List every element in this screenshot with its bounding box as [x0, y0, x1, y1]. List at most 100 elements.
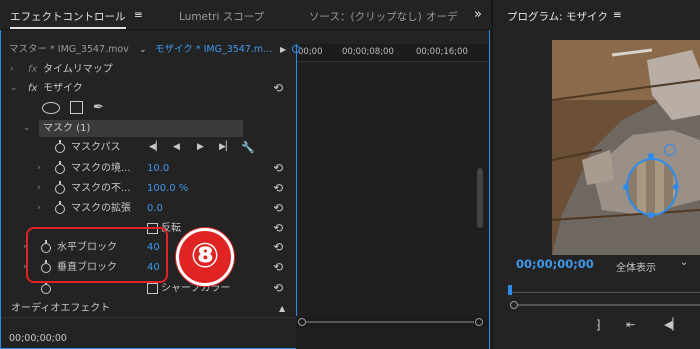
ruler-label: 00;00	[298, 47, 323, 57]
reset-icon[interactable]: ⟲	[273, 159, 283, 178]
highlight-box	[26, 227, 168, 283]
stopwatch-icon[interactable]	[55, 140, 65, 153]
effect-row-time-remap[interactable]: › fx タイムリマップ	[1, 60, 295, 79]
pen-mask-icon[interactable]: ✒	[93, 98, 104, 117]
reset-icon[interactable]: ⟲	[273, 238, 283, 257]
zoom-track	[306, 321, 474, 323]
rectangle-mask-icon[interactable]	[70, 101, 83, 114]
mask-handle[interactable]	[623, 184, 629, 190]
mask-opacity-row: › マスクの不... 100.0 % ⟲	[1, 179, 295, 198]
mask-opacity-value[interactable]: 100.0 %	[147, 179, 188, 198]
ellipse-mask-icon[interactable]	[42, 102, 60, 114]
video-frame	[552, 40, 700, 255]
effect-row-mosaic[interactable]: ⌄ fx モザイク ⟲	[1, 79, 295, 98]
track-forward-icon[interactable]: ▶	[197, 138, 204, 157]
time-remap-label: タイムリマップ	[43, 64, 113, 75]
sequence-clip-label[interactable]: モザイク * IMG_3547.m...	[155, 42, 272, 58]
collapse-chevron-icon[interactable]: ⌄	[10, 79, 18, 98]
ruler-line	[508, 292, 700, 293]
step-back-icon[interactable]: ◀▏	[664, 318, 681, 331]
mask-group-label: マスク (1)	[43, 123, 91, 134]
mask-handle[interactable]	[648, 153, 654, 159]
program-timeline-ruler[interactable]	[508, 285, 700, 299]
mask-path-row: マスクパス ◀▏ ◀ ▶ ▶▏ 🔧	[1, 138, 295, 157]
expand-chevron-icon[interactable]: ›	[37, 179, 41, 198]
sharp-colors-checkbox[interactable]	[147, 283, 158, 294]
reset-icon[interactable]: ⟲	[273, 258, 283, 277]
chevron-down-icon[interactable]: ⌄	[680, 257, 688, 268]
playhead[interactable]	[296, 44, 297, 316]
mark-out-icon[interactable]: ⁆	[596, 318, 601, 332]
program-monitor-title[interactable]: プログラム: モザイク	[507, 9, 608, 24]
panel-tab-bar: エフェクトコントロール ≡ Lumetri スコープ ソース：(クリップなし) …	[0, 0, 490, 30]
track-backward-icon[interactable]: ◀	[173, 138, 180, 157]
mask-handle[interactable]	[648, 212, 654, 218]
collapse-up-icon[interactable]: ▲	[279, 299, 285, 318]
zoom-select[interactable]: 全体表示	[616, 259, 656, 274]
audio-effects-label: オーディオエフェクト	[11, 303, 111, 314]
mask-feather-handle[interactable]	[664, 144, 676, 156]
expand-chevron-icon[interactable]: ›	[37, 199, 41, 218]
zoom-handle-right[interactable]	[475, 318, 483, 326]
go-to-in-icon[interactable]: ⇤	[626, 318, 635, 331]
more-tabs-icon[interactable]: »	[474, 7, 482, 22]
step-number-badge: ⑧	[176, 228, 234, 286]
reset-icon[interactable]: ⟲	[273, 279, 283, 298]
program-playhead[interactable]	[508, 285, 512, 295]
mask-feather-label: マスクの境...	[71, 163, 131, 174]
mask-expansion-row: › マスクの拡張 0.0 ⟲	[1, 199, 295, 218]
expand-chevron-icon[interactable]: ›	[37, 159, 41, 178]
tab-source[interactable]: ソース：(クリップなし)	[309, 9, 422, 24]
tab-audio[interactable]: オーデ	[426, 9, 458, 24]
zoom-track	[518, 304, 700, 306]
mask-shape-tools: ✒	[1, 98, 295, 117]
mask-group-row[interactable]: ⌄ マスク (1)	[1, 119, 295, 138]
panel-menu-icon[interactable]: ≡	[134, 9, 143, 21]
keyframe-timeline[interactable]	[296, 44, 489, 349]
collapse-chevron-icon[interactable]: ⌄	[23, 119, 31, 138]
zoom-handle-left[interactable]	[298, 318, 306, 326]
timeline-ruler[interactable]: 00;00 00;00;08;00 00;00;16;00	[296, 44, 489, 62]
reset-icon[interactable]: ⟲	[273, 79, 283, 98]
tab-lumetri-scopes[interactable]: Lumetri スコープ	[179, 9, 264, 24]
stopwatch-icon[interactable]	[41, 281, 51, 294]
reset-icon[interactable]: ⟲	[273, 199, 283, 218]
program-timecode[interactable]: 00;00;00;00	[516, 257, 594, 271]
fx-icon: fx	[28, 64, 38, 75]
track-forward-all-icon[interactable]: ▶▏	[219, 138, 233, 157]
clip-chevron-icon[interactable]: ⌄	[139, 42, 147, 58]
active-tab-indicator	[10, 27, 126, 29]
stopwatch-icon[interactable]	[55, 161, 65, 174]
vertical-scrollbar-thumb[interactable]	[477, 168, 483, 228]
timeline-zoom-scrollbar[interactable]	[296, 316, 489, 328]
mask-path-label: マスクパス	[71, 142, 121, 153]
zoom-handle-left[interactable]	[510, 301, 518, 309]
play-clip-icon[interactable]: ▶	[280, 42, 286, 58]
mosaic-label: モザイク	[43, 83, 83, 94]
mask-feather-row: › マスクの境... 10.0 ⟲	[1, 159, 295, 178]
ruler-label: 00;00;08;00	[342, 47, 394, 57]
reset-icon[interactable]: ⟲	[273, 219, 283, 238]
mask-handle[interactable]	[673, 184, 679, 190]
panel-menu-icon[interactable]: ≡	[613, 9, 622, 21]
mask-feather-value[interactable]: 10.0	[147, 159, 169, 178]
current-timecode[interactable]: 00;00;00;00	[9, 329, 67, 348]
track-backward-all-icon[interactable]: ◀▏	[149, 138, 163, 157]
fx-icon[interactable]: fx	[28, 79, 37, 98]
playhead-handle[interactable]	[292, 45, 300, 53]
expand-chevron-icon[interactable]: ›	[10, 60, 14, 79]
master-clip-label[interactable]: マスター * IMG_3547.mov	[9, 42, 129, 58]
audio-effects-row[interactable]: オーディオエフェクト ▲	[1, 299, 295, 318]
reset-icon[interactable]: ⟲	[273, 179, 283, 198]
video-preview[interactable]	[552, 40, 700, 255]
divider	[1, 317, 295, 318]
mask-expansion-label: マスクの拡張	[71, 203, 131, 214]
mask-expansion-value[interactable]: 0.0	[147, 199, 163, 218]
stopwatch-icon[interactable]	[55, 201, 65, 214]
stopwatch-icon[interactable]	[55, 181, 65, 194]
wrench-icon[interactable]: 🔧	[241, 138, 255, 157]
mosaic-mask-ellipse[interactable]	[626, 158, 678, 216]
ruler-label: 00;00;16;00	[416, 47, 468, 57]
mask-opacity-label: マスクの不...	[71, 183, 131, 194]
tab-effect-controls[interactable]: エフェクトコントロール	[10, 9, 126, 24]
